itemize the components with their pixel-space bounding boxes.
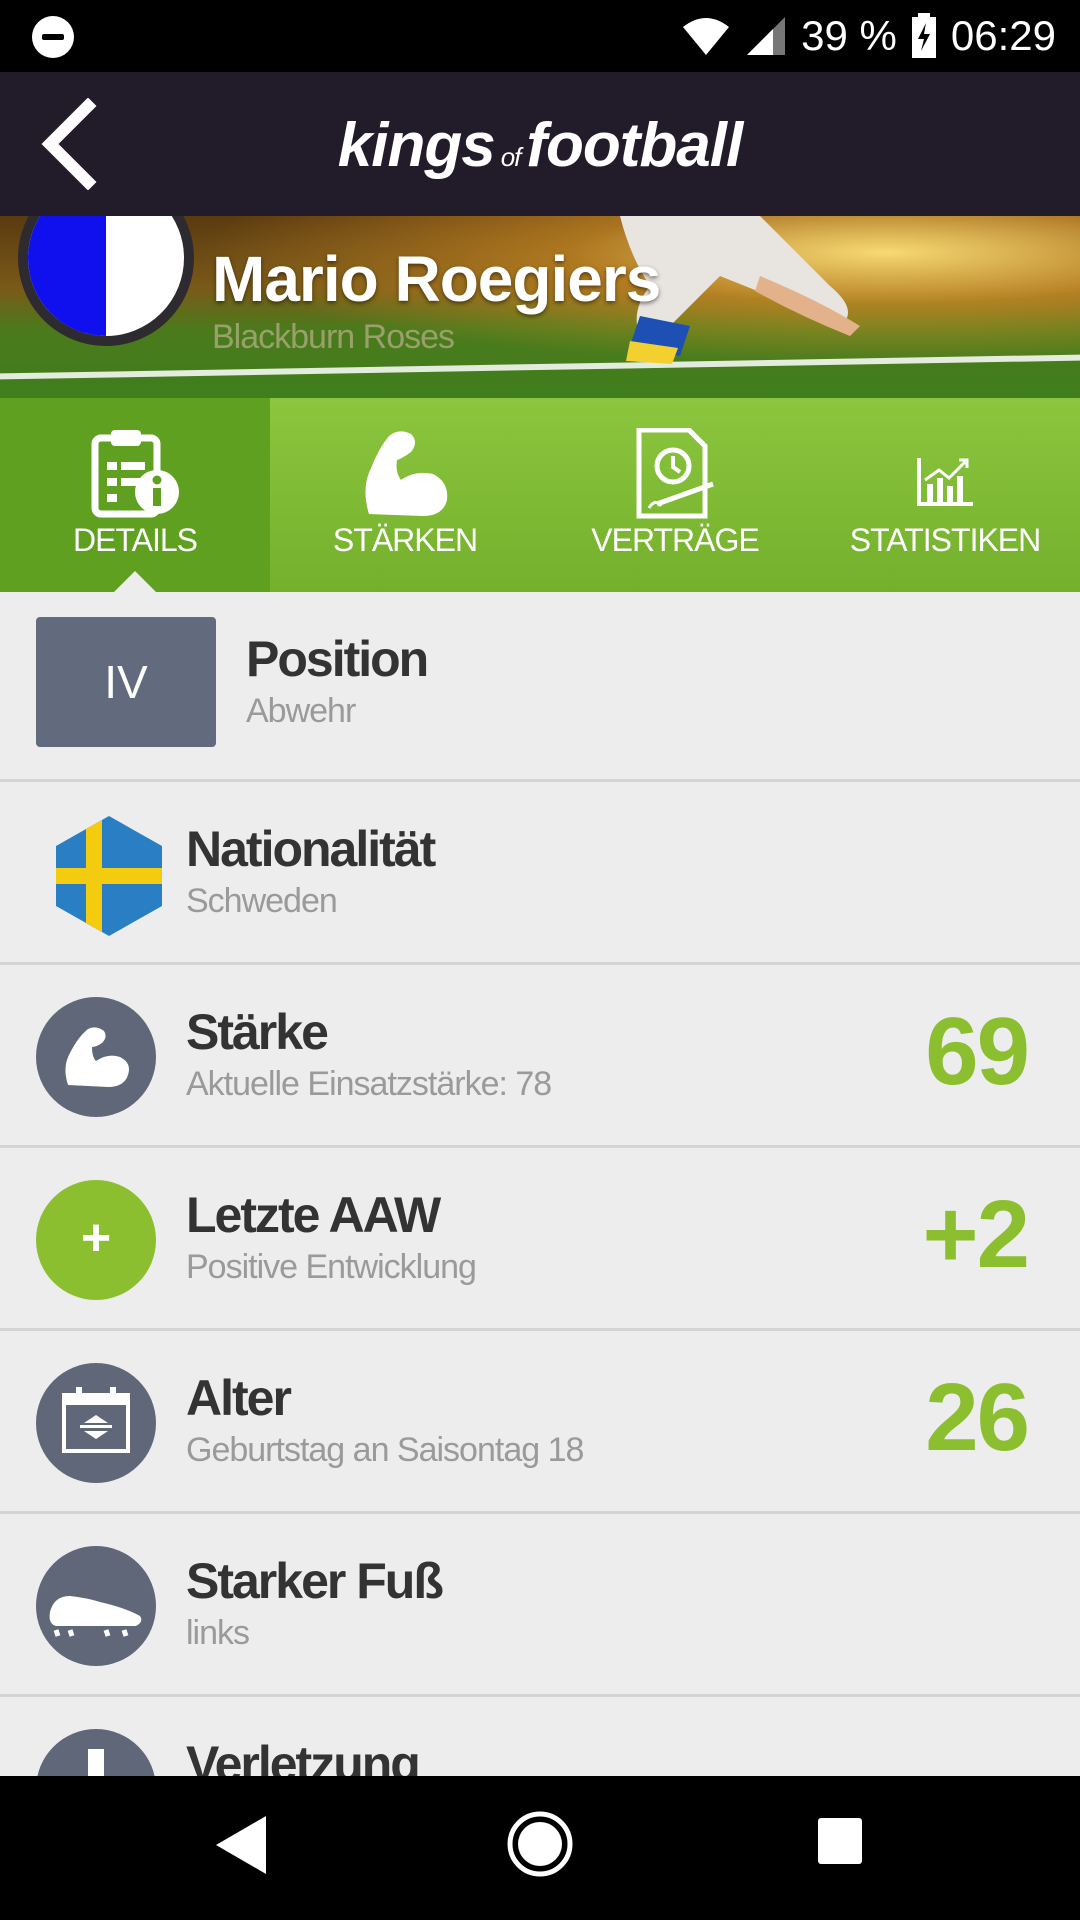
- position-badge: IV: [36, 617, 216, 747]
- list-item-nationality[interactable]: Nationalität Schweden: [0, 782, 1080, 965]
- tab-statistiken-label: STATISTIKEN: [849, 522, 1042, 558]
- contract-icon: [636, 428, 714, 519]
- tab-staerken-label: STÄRKEN: [332, 522, 478, 558]
- tab-details-label: DETAILS: [73, 522, 198, 558]
- system-nav-bar: [0, 1776, 1080, 1920]
- last-aaw-sub: Positive Entwicklung: [186, 1248, 477, 1286]
- plus-icon-circle: +: [36, 1180, 156, 1300]
- last-aaw-value: +2: [922, 1181, 1030, 1288]
- list-item-strong-foot[interactable]: Starker Fuß links: [0, 1514, 1080, 1697]
- foot-title: Starker Fuß: [186, 1553, 444, 1609]
- list-item-position[interactable]: IV Position Abwehr: [0, 592, 1080, 782]
- injury-title: Verletzung: [186, 1736, 421, 1776]
- last-aaw-title: Letzte AAW: [186, 1187, 441, 1243]
- tab-bar: DETAILS STÄRKEN VERTRÄGE STATISTIKEN: [0, 398, 1080, 593]
- pitch-line: [0, 354, 1080, 380]
- tab-staerken[interactable]: STÄRKEN: [270, 398, 540, 592]
- strength-title: Stärke: [186, 1004, 329, 1060]
- clipboard-info-icon: [91, 430, 179, 518]
- age-sub: Geburtstag an Saisontag 18: [186, 1431, 584, 1469]
- strength-icon-circle: [36, 997, 156, 1117]
- biceps-icon: [65, 1027, 129, 1087]
- player-club: Blackburn Roses: [212, 318, 455, 356]
- nationality-title: Nationalität: [186, 821, 436, 877]
- app-bar: kings offootball: [0, 72, 1080, 216]
- nav-home-icon[interactable]: [506, 1810, 574, 1878]
- nav-back-icon[interactable]: [210, 1812, 270, 1878]
- biceps-icon: [365, 431, 448, 516]
- player-header: Mario Roegiers Blackburn Roses: [0, 216, 1080, 398]
- age-value: 26: [925, 1364, 1030, 1471]
- football-boot-icon: [49, 1596, 142, 1637]
- battery-percent: 39 %: [801, 12, 897, 59]
- injury-icon-circle: [36, 1729, 156, 1776]
- club-crest: [18, 216, 194, 346]
- strength-value: 69: [925, 998, 1030, 1105]
- age-icon-circle: [36, 1363, 156, 1483]
- sweden-flag-icon: [56, 816, 162, 936]
- logo-football: football: [526, 111, 743, 180]
- tab-details[interactable]: DETAILS: [0, 398, 270, 593]
- tab-statistiken[interactable]: STATISTIKEN: [810, 398, 1080, 592]
- plus-icon: +: [80, 1209, 112, 1267]
- position-value: Abwehr: [246, 692, 356, 730]
- tab-vertraege[interactable]: VERTRÄGE: [540, 398, 810, 592]
- battery-charging-icon: [911, 13, 936, 58]
- list-item-age[interactable]: Alter Geburtstag an Saisontag 18 26: [0, 1331, 1080, 1514]
- wifi-icon: [683, 18, 730, 55]
- list-item-last-aaw[interactable]: + Letzte AAW Positive Entwicklung +2: [0, 1148, 1080, 1331]
- logo-of: of: [500, 142, 522, 172]
- status-right: 39 % 06:29: [681, 10, 1056, 62]
- do-not-disturb-icon: [32, 16, 74, 58]
- active-tab-indicator: [113, 571, 157, 593]
- details-list: IV Position Abwehr Nationalität Schweden…: [0, 592, 1080, 1776]
- position-title: Position: [246, 631, 429, 687]
- alert-icon: [88, 1749, 104, 1776]
- list-item-strength[interactable]: Stärke Aktuelle Einsatzstärke: 78 69: [0, 965, 1080, 1148]
- app-logo: kings offootball: [0, 110, 1080, 181]
- nationality-value: Schweden: [186, 882, 338, 920]
- tab-vertraege-label: VERTRÄGE: [591, 522, 759, 558]
- player-name: Mario Roegiers: [212, 243, 661, 315]
- foot-icon-circle: [36, 1546, 156, 1666]
- clock: 06:29: [950, 12, 1056, 59]
- foot-value: links: [186, 1614, 250, 1652]
- age-title: Alter: [186, 1370, 292, 1426]
- list-item-injury[interactable]: Verletzung: [0, 1697, 1080, 1776]
- status-bar: 39 % 06:29: [0, 0, 1080, 72]
- calendar-icon: [62, 1387, 130, 1453]
- nav-recents-icon[interactable]: [816, 1816, 864, 1866]
- signal-icon: [747, 17, 786, 55]
- chart-icon: [917, 458, 973, 506]
- strength-sub: Aktuelle Einsatzstärke: 78: [186, 1065, 552, 1103]
- logo-kings: kings: [337, 111, 496, 180]
